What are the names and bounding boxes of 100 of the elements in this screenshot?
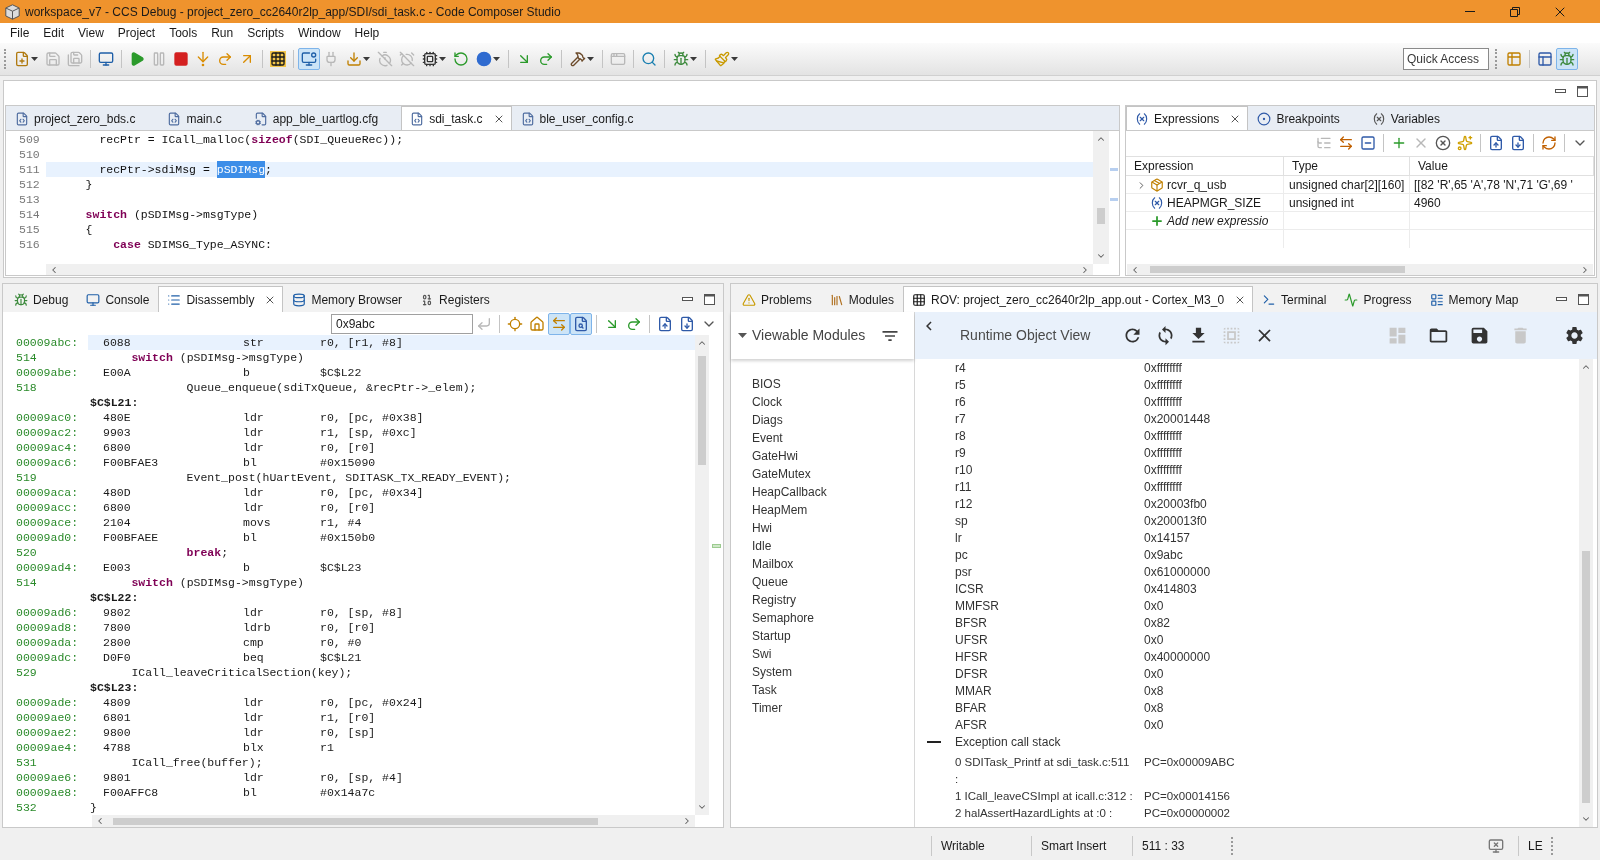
menu-item[interactable]: Project <box>110 24 163 42</box>
quick-access-field[interactable]: Quick Access <box>1403 48 1489 70</box>
chevron-down-icon[interactable] <box>1096 251 1106 261</box>
caret-down-icon[interactable] <box>738 333 747 338</box>
register-value: 0x414803 <box>1144 581 1197 598</box>
chevron-up-icon[interactable] <box>1096 134 1106 144</box>
tab[interactable]: Memory Browser <box>283 286 412 312</box>
address-field[interactable]: 0x9abc <box>331 313 473 334</box>
module-item[interactable]: GateMutex <box>752 465 811 483</box>
module-item[interactable]: Idle <box>752 537 772 555</box>
module-item[interactable]: HeapMem <box>752 501 808 519</box>
maximize-button[interactable] <box>1574 83 1590 99</box>
section-title: Exception call stack <box>955 733 1061 751</box>
operands: #0x150b0 <box>320 529 376 546</box>
module-item[interactable]: System <box>752 663 792 681</box>
operands: $C$L23 <box>320 559 362 576</box>
module-item[interactable]: Semaphore <box>752 609 815 627</box>
register-value: 0xffffffff <box>1144 462 1182 479</box>
chevron-right-icon[interactable] <box>682 816 692 826</box>
chevron-down-icon[interactable] <box>1581 814 1591 824</box>
tab[interactable]: Memory Map <box>1420 286 1528 312</box>
operands: r0, [pc, #0x34] <box>320 484 424 501</box>
chevron-right-icon[interactable] <box>1080 264 1090 275</box>
tab[interactable]: Modules <box>820 286 904 312</box>
menu-item[interactable]: Window <box>290 24 348 42</box>
module-item[interactable]: BIOS <box>752 375 781 393</box>
column-header[interactable]: Expression <box>1134 157 1194 175</box>
line-number: 520 <box>16 545 37 559</box>
menu-item[interactable]: Run <box>204 24 241 42</box>
maximize-button[interactable] <box>1575 291 1591 307</box>
scrollbar-thumb[interactable] <box>1582 551 1590 803</box>
vertical-scrollbar[interactable] <box>695 335 709 815</box>
menu-item[interactable]: View <box>71 24 111 42</box>
module-item[interactable]: Task <box>752 681 777 699</box>
label: $C$L22: <box>90 589 139 606</box>
horizontal-scrollbar[interactable] <box>92 815 695 827</box>
line-number: 514 <box>16 350 37 364</box>
scrollbar-thumb[interactable] <box>113 817 598 825</box>
scrollbar-thumb[interactable] <box>1097 208 1105 224</box>
tab[interactable]: project_zero_bds.c <box>6 106 159 130</box>
value-text: 4960 <box>1414 195 1441 212</box>
menu-item[interactable]: Edit <box>36 24 72 42</box>
module-item[interactable]: GateHwi <box>752 447 798 465</box>
vertical-scrollbar[interactable] <box>1579 359 1593 827</box>
tab[interactable]: Problems <box>733 286 821 312</box>
menu-item[interactable]: File <box>3 24 37 42</box>
module-item[interactable]: Swi <box>752 645 772 663</box>
menu-item[interactable]: Tools <box>162 24 205 42</box>
maximize-button[interactable] <box>701 291 717 307</box>
register-name: r9 <box>955 445 966 462</box>
horizontal-scrollbar[interactable] <box>1127 264 1593 275</box>
module-item[interactable]: Mailbox <box>752 555 794 573</box>
module-item[interactable]: Diags <box>752 411 783 429</box>
tab[interactable]: ble_user_config.c <box>511 106 657 130</box>
minus-icon[interactable] <box>927 740 941 743</box>
minimize-icon <box>681 297 693 301</box>
tab[interactable]: Debug <box>5 286 78 312</box>
chevron-up-icon[interactable] <box>697 338 707 348</box>
tab[interactable]: Registers <box>411 286 499 312</box>
tab[interactable]: Progress <box>1335 286 1421 312</box>
vertical-scrollbar[interactable] <box>1093 131 1109 264</box>
chevron-up-icon[interactable] <box>1581 362 1591 372</box>
menu-item[interactable]: Scripts <box>240 24 291 42</box>
operands: r0, #0 <box>320 634 362 651</box>
module-item[interactable]: Registry <box>752 591 796 609</box>
tab[interactable]: Terminal <box>1253 286 1336 312</box>
tab[interactable]: main.c <box>158 106 245 130</box>
module-item[interactable]: Clock <box>752 393 782 411</box>
chevron-right-icon[interactable] <box>1580 264 1590 275</box>
tab[interactable]: ROV: project_zero_cc2640r2lp_app.out - Cortex_M3_0 <box>903 286 1254 312</box>
register-name: r4 <box>955 360 966 377</box>
address: 00009aca: <box>16 485 79 499</box>
add-expression-entry[interactable]: Add new expressio <box>1167 212 1269 230</box>
module-item[interactable]: Queue <box>752 573 789 591</box>
tab[interactable]: sdi_task.c <box>401 106 512 130</box>
tab[interactable]: app_ble_uartlog.cfg <box>244 106 402 130</box>
column-header[interactable]: Value <box>1418 157 1448 175</box>
tab[interactable]: Expressions <box>1126 106 1249 130</box>
line-number: 515 <box>19 222 40 236</box>
column-header[interactable]: Type <box>1292 157 1318 175</box>
address: 00009ac4: <box>16 440 79 454</box>
scrollbar-thumb[interactable] <box>698 356 706 465</box>
module-item[interactable]: Timer <box>752 699 783 717</box>
tab[interactable]: Console <box>77 286 159 312</box>
source-code: Event_post(hUartEvent, SDITASK_TX_READY_EVENT); <box>186 469 511 486</box>
status-text: Writable <box>941 838 985 855</box>
horizontal-scrollbar[interactable] <box>46 264 1093 275</box>
module-item[interactable]: Hwi <box>752 519 772 537</box>
tab[interactable]: Disassembly <box>158 286 284 312</box>
menu-item[interactable]: Help <box>347 24 387 42</box>
module-item[interactable]: Startup <box>752 627 791 645</box>
module-item[interactable]: HeapCallback <box>752 483 827 501</box>
register-name: sp <box>955 513 968 530</box>
activity-icon <box>1344 292 1359 307</box>
module-item[interactable]: Event <box>752 429 783 447</box>
chevron-down-icon[interactable] <box>697 802 707 812</box>
operands: r0, [r1, #8] <box>320 334 403 351</box>
tab[interactable]: Breakpoints <box>1248 106 1363 130</box>
scrollbar-thumb[interactable] <box>1150 266 1405 273</box>
tab[interactable]: Variables <box>1362 106 1463 130</box>
